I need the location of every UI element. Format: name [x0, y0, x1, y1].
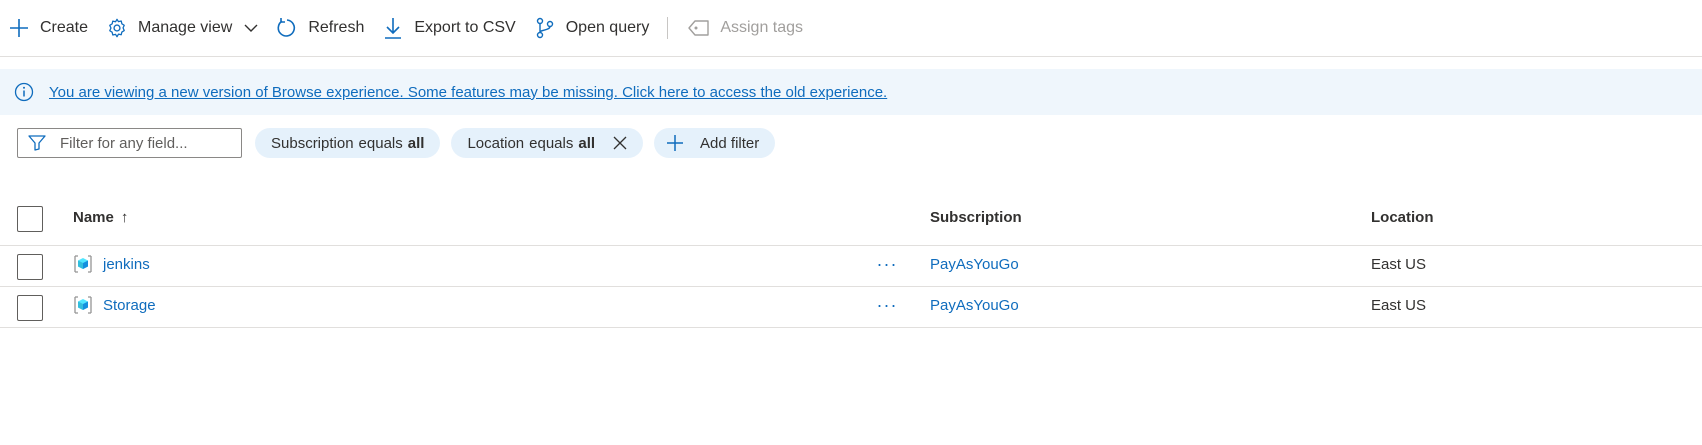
name-header-label: Name: [73, 209, 114, 226]
resource-name-link[interactable]: Storage: [103, 297, 156, 314]
subscription-filter-value: all: [407, 134, 425, 152]
name-column-header[interactable]: Name ↑: [73, 209, 128, 226]
open-query-label: Open query: [565, 19, 650, 36]
manage-view-label: Manage view: [138, 19, 233, 36]
select-all-checkbox[interactable]: [17, 206, 43, 232]
assign-tags-label: Assign tags: [720, 19, 804, 36]
old-experience-link[interactable]: You are viewing a new version of Browse …: [49, 84, 887, 101]
filter-bar: Subscription equals all Location equals …: [17, 128, 786, 158]
info-banner: You are viewing a new version of Browse …: [0, 69, 1702, 115]
info-icon: [13, 81, 35, 103]
row-checkbox[interactable]: [17, 254, 43, 280]
row-checkbox[interactable]: [17, 295, 43, 321]
export-csv-label: Export to CSV: [414, 19, 516, 36]
close-icon[interactable]: [613, 136, 627, 150]
command-bar: Create Manage view Refresh Export to CSV…: [0, 0, 1702, 57]
table-row: Storage ··· PayAsYouGo East US: [0, 287, 1702, 328]
location-cell: East US: [1371, 297, 1427, 314]
location-column-header[interactable]: Location: [1371, 209, 1434, 226]
filter-input[interactable]: [60, 134, 230, 152]
create-label: Create: [40, 19, 89, 36]
download-icon: [382, 17, 404, 39]
refresh-icon: [276, 17, 298, 39]
refresh-button[interactable]: Refresh: [276, 10, 364, 46]
assign-tags-button[interactable]: Assign tags: [688, 10, 803, 46]
filter-icon: [28, 134, 46, 152]
manage-view-button[interactable]: Manage view: [106, 10, 258, 46]
chevron-down-icon: [244, 21, 258, 35]
table-row: jenkins ··· PayAsYouGo East US: [0, 246, 1702, 287]
refresh-label: Refresh: [308, 19, 365, 36]
more-actions-icon[interactable]: ···: [873, 293, 901, 317]
resource-table: Name ↑ Subscription Location jenkins ··· …: [0, 196, 1702, 328]
subscription-link[interactable]: PayAsYouGo: [930, 297, 1019, 314]
gear-icon: [106, 17, 128, 39]
plus-icon: [8, 17, 30, 39]
add-filter-label: Add filter: [700, 134, 760, 152]
location-filter-operator: equals: [529, 134, 574, 152]
add-filter-button[interactable]: Add filter: [654, 128, 776, 158]
location-cell: East US: [1371, 256, 1427, 273]
plus-icon: [666, 134, 684, 152]
subscription-filter-operator: equals: [358, 134, 403, 152]
tag-icon: [688, 17, 710, 39]
query-branch-icon: [534, 17, 556, 39]
toolbar-divider: [667, 17, 669, 39]
location-filter-pill[interactable]: Location equals all: [451, 128, 644, 158]
sort-ascending-icon: ↑: [120, 209, 129, 226]
filter-field[interactable]: [17, 128, 242, 158]
table-header-row: Name ↑ Subscription Location: [0, 196, 1702, 246]
create-button[interactable]: Create: [8, 10, 88, 46]
resource-group-icon: [73, 254, 93, 274]
subscription-link[interactable]: PayAsYouGo: [930, 256, 1019, 273]
more-actions-icon[interactable]: ···: [873, 252, 901, 276]
resource-name-link[interactable]: jenkins: [103, 256, 150, 273]
export-csv-button[interactable]: Export to CSV: [382, 10, 516, 46]
location-filter-value: all: [578, 134, 596, 152]
subscription-filter-field: Subscription: [271, 134, 354, 152]
location-filter-field: Location: [467, 134, 525, 152]
open-query-button[interactable]: Open query: [534, 10, 650, 46]
subscription-filter-pill[interactable]: Subscription equals all: [255, 128, 441, 158]
subscription-column-header[interactable]: Subscription: [930, 209, 1022, 226]
resource-group-icon: [73, 295, 93, 315]
